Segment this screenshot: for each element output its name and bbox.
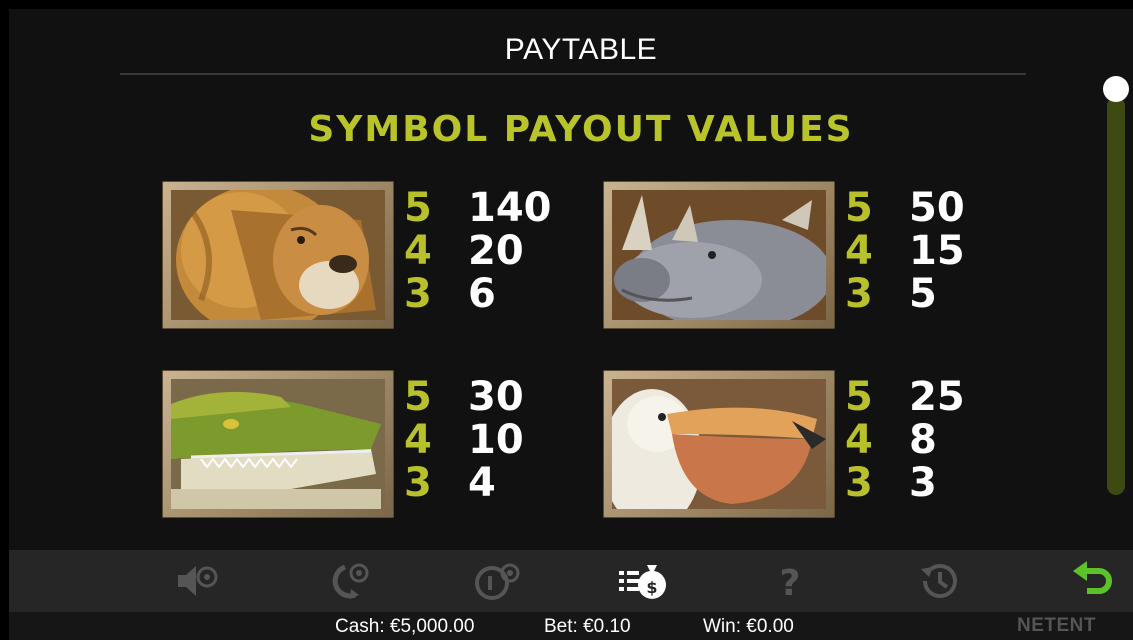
paytable-icon: $ xyxy=(619,565,666,599)
symbol-frame xyxy=(603,370,835,518)
symbol-count: 5 xyxy=(404,185,432,231)
help-icon: ? xyxy=(780,563,801,603)
payout-value: 15 xyxy=(909,228,965,274)
pelican-symbol-image xyxy=(612,379,826,509)
symbol-card-pelican: 5 25 48 33 xyxy=(603,370,1003,520)
symbol-count: 5 xyxy=(404,374,432,420)
brand-logo: NETENT xyxy=(1017,615,1096,636)
sound-settings-icon xyxy=(178,566,218,596)
scrollbar-track[interactable] xyxy=(1107,97,1125,495)
symbol-count: 3 xyxy=(404,271,432,317)
payout-value: 30 xyxy=(468,374,524,420)
symbol-count: 5 xyxy=(845,374,873,420)
win-amount: Win: €0.00 xyxy=(703,616,794,637)
autoplay-settings-button[interactable] xyxy=(323,556,375,606)
crocodile-symbol-image xyxy=(171,379,385,509)
symbol-card-lion: 5 140 4 20 36 xyxy=(162,181,562,331)
symbol-card-crocodile: 5 30 4 10 34 xyxy=(162,370,562,520)
rhino-symbol-image xyxy=(612,190,826,320)
symbol-count: 4 xyxy=(845,417,873,463)
symbol-count: 3 xyxy=(845,460,873,506)
symbol-count: 4 xyxy=(845,228,873,274)
payout-value: 3 xyxy=(909,460,937,506)
help-button[interactable]: ? xyxy=(764,556,816,606)
scrollbar-thumb[interactable] xyxy=(1103,76,1129,102)
paytable-button[interactable]: $ xyxy=(616,556,668,606)
symbol-count: 3 xyxy=(404,460,432,506)
symbol-frame xyxy=(603,181,835,329)
payout-value: 6 xyxy=(468,271,496,317)
symbol-count: 4 xyxy=(404,228,432,274)
lion-symbol-image xyxy=(171,190,385,320)
symbol-frame xyxy=(162,181,394,329)
bet-amount: Bet: €0.10 xyxy=(544,616,631,637)
symbol-count: 4 xyxy=(404,417,432,463)
payout-value: 25 xyxy=(909,374,965,420)
coin-settings-icon xyxy=(475,563,520,600)
payout-value: 10 xyxy=(468,417,524,463)
history-icon xyxy=(921,564,957,598)
status-bar: Cash: €5,000.00 Bet: €0.10 Win: €0.00 xyxy=(9,612,1133,640)
history-button[interactable] xyxy=(913,556,965,606)
sound-settings-button[interactable] xyxy=(172,556,224,606)
page-title: PAYTABLE xyxy=(504,33,658,66)
svg-text:?: ? xyxy=(780,563,801,603)
payout-value: 4 xyxy=(468,460,496,506)
payout-value: 5 xyxy=(909,271,937,317)
symbol-frame xyxy=(162,370,394,518)
symbol-count: 3 xyxy=(845,271,873,317)
payout-value: 8 xyxy=(909,417,937,463)
paytable-screen: PAYTABLE SYMBOL PAYOUT VALUES 5 140 4 20… xyxy=(9,9,1133,640)
back-icon xyxy=(1073,561,1112,594)
section-title: SYMBOL PAYOUT VALUES xyxy=(308,109,854,150)
payout-value: 20 xyxy=(468,228,524,274)
symbol-card-rhino: 5 50 4 15 35 xyxy=(603,181,1003,331)
payout-value: 140 xyxy=(468,185,552,231)
svg-text:$: $ xyxy=(646,578,657,597)
title-divider xyxy=(120,73,1026,75)
back-button[interactable] xyxy=(1067,556,1119,606)
coin-settings-button[interactable] xyxy=(471,556,523,606)
payout-value: 50 xyxy=(909,185,965,231)
autoplay-settings-icon xyxy=(332,563,369,599)
bottom-toolbar: $ ? xyxy=(9,550,1133,612)
symbol-count: 5 xyxy=(845,185,873,231)
cash-balance: Cash: €5,000.00 xyxy=(335,616,475,637)
